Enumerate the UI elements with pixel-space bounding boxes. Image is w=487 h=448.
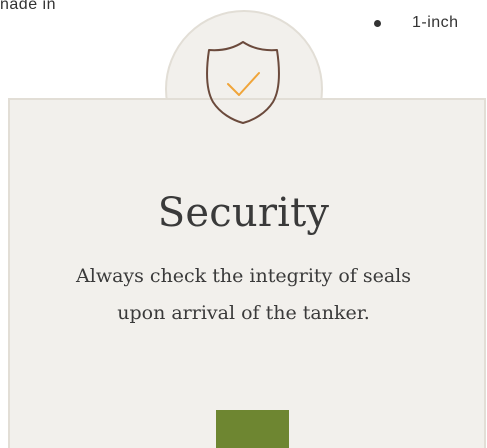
shield-outline	[206, 41, 280, 124]
card-action-button[interactable]	[216, 410, 289, 448]
partial-paragraph-text: nade in	[0, 0, 56, 13]
check-mark	[227, 72, 260, 96]
card-title: Security	[157, 190, 330, 236]
card-description: Always check the integrity of seals upon…	[76, 265, 411, 324]
shield-check-icon	[206, 41, 280, 124]
bullet-item: 1-inch	[374, 12, 459, 34]
bullet-list: 1-inch	[374, 12, 459, 34]
